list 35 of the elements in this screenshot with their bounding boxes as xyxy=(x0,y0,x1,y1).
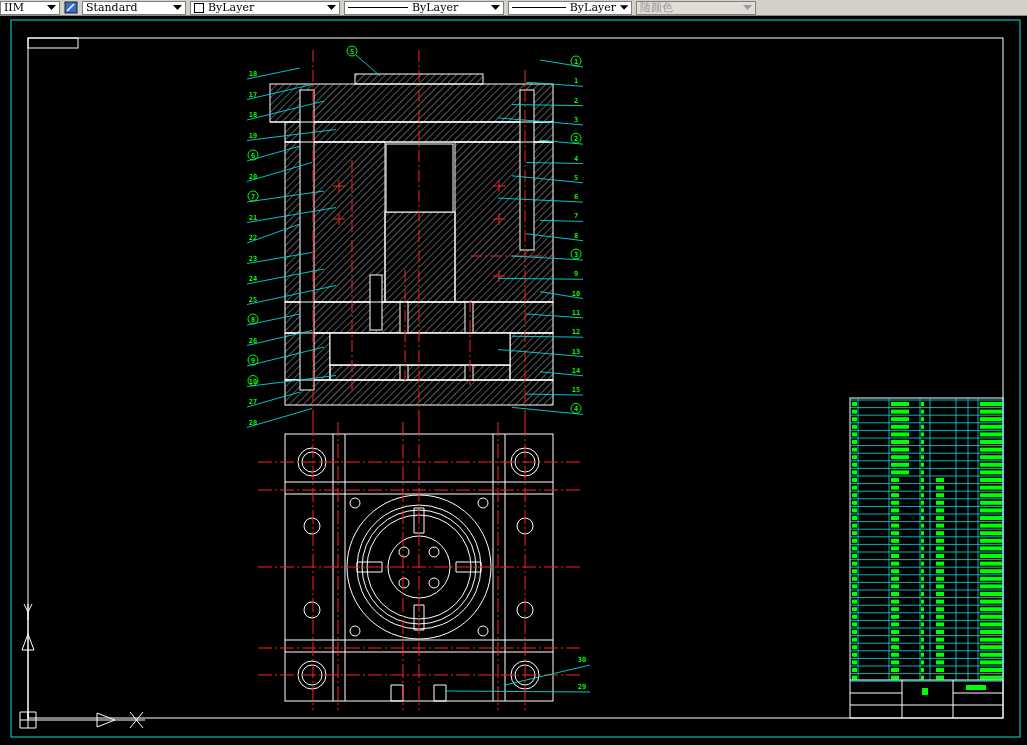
leader-line xyxy=(246,408,313,428)
leader-line xyxy=(539,59,584,68)
leader-line xyxy=(246,313,301,326)
leader-line xyxy=(246,162,313,182)
caret-icon[interactable] xyxy=(327,4,336,11)
leader-line xyxy=(525,313,584,319)
leader-line xyxy=(246,391,301,408)
toolbar-dropdown[interactable]: Standard xyxy=(82,0,186,15)
color-swatch-icon xyxy=(194,2,204,13)
toolbar-dropdown[interactable]: ByLayer xyxy=(508,0,632,15)
leader-line xyxy=(246,67,301,80)
leader-line xyxy=(539,139,584,145)
line-sample-icon xyxy=(348,7,408,8)
toolbar-dropdown[interactable]: ByLayer xyxy=(344,0,504,15)
leader-line xyxy=(246,145,301,162)
leader-line xyxy=(525,233,584,242)
caret-icon[interactable] xyxy=(173,4,182,11)
caret-icon[interactable] xyxy=(491,4,500,11)
text-style-icon[interactable] xyxy=(64,1,78,14)
line-sample-icon xyxy=(512,7,566,8)
leader-line xyxy=(539,371,584,377)
leader-line xyxy=(539,219,584,222)
ucs-icon xyxy=(19,603,146,729)
leader-line xyxy=(525,81,584,87)
leader-line xyxy=(246,252,313,264)
toolbar-dropdown[interactable]: ByLayer xyxy=(190,0,340,15)
leader-line xyxy=(539,291,584,300)
caret-icon[interactable] xyxy=(47,4,56,11)
caret-icon[interactable] xyxy=(619,4,628,11)
leader-line xyxy=(246,330,313,346)
leader-line xyxy=(525,393,584,396)
leader-line xyxy=(355,54,381,77)
toolbar-dropdown[interactable]: IIM xyxy=(0,0,60,15)
leader-line xyxy=(246,84,313,100)
leader-line xyxy=(525,162,584,164)
